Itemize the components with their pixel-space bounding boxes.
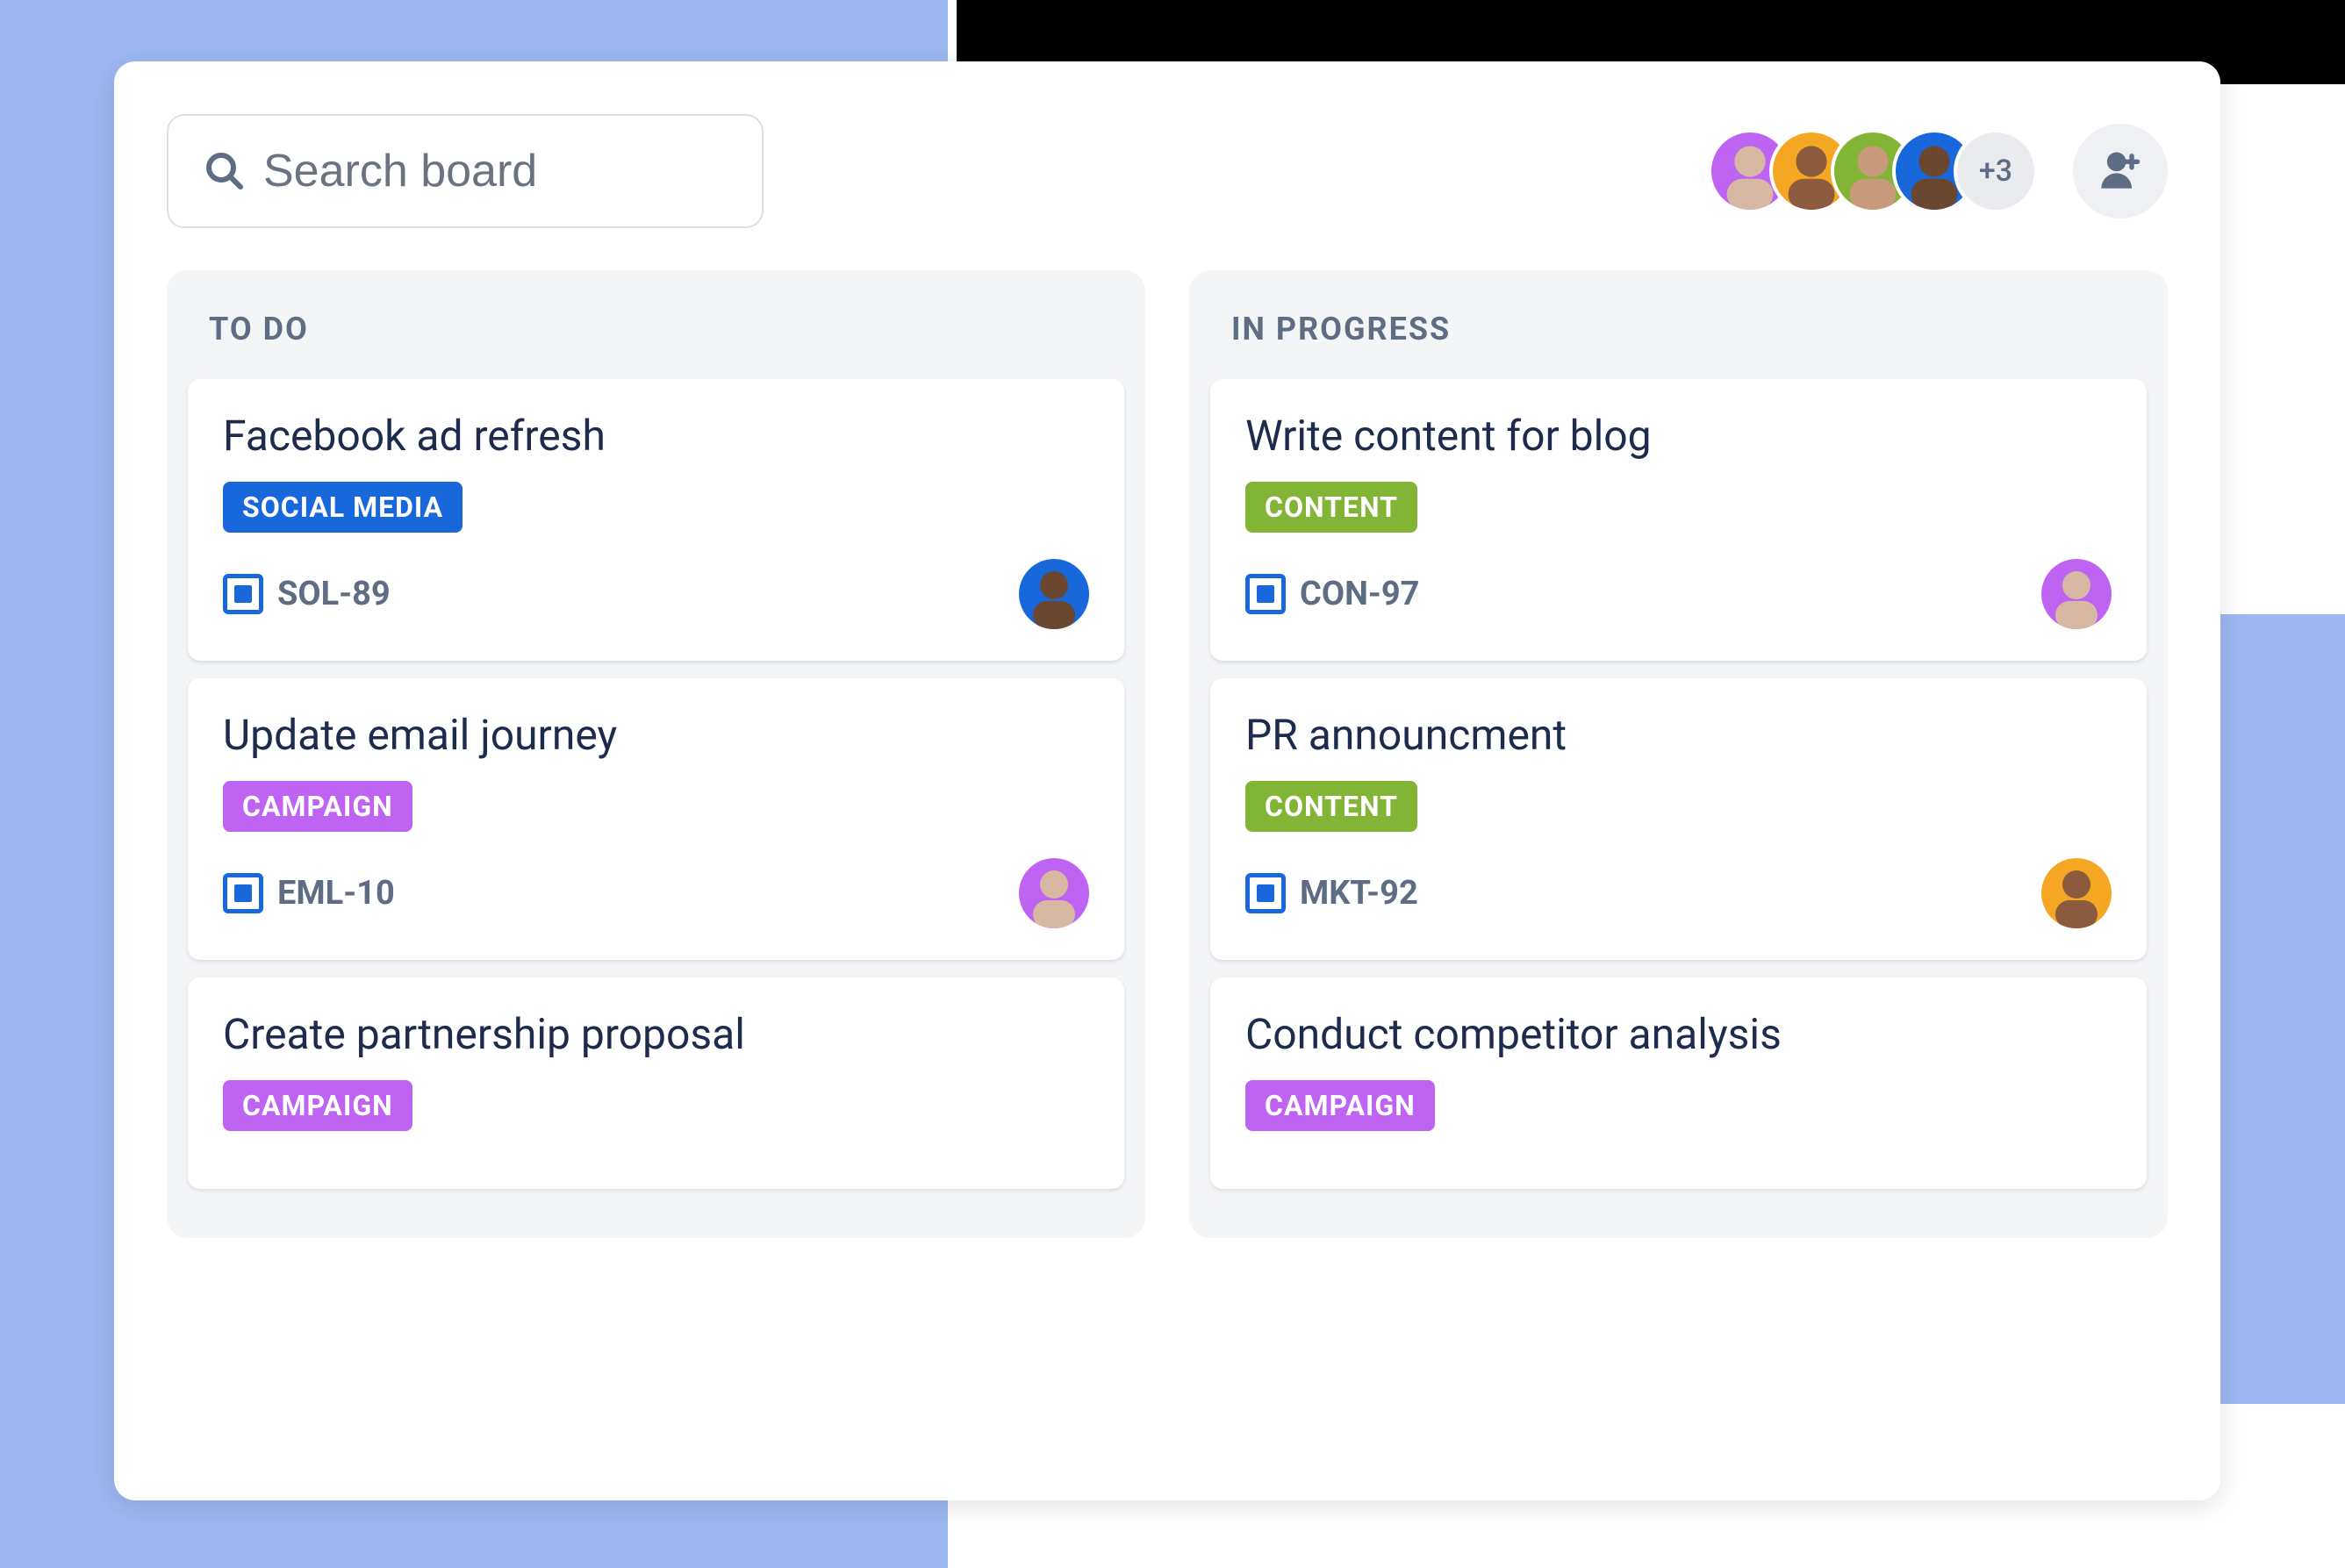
- avatar-more[interactable]: +3: [1954, 129, 2038, 213]
- card-footer: CON-97: [1245, 559, 2112, 629]
- issue-type-icon: [1245, 574, 1286, 614]
- assignee-avatar[interactable]: [1019, 858, 1089, 928]
- assignee-avatar[interactable]: [2041, 858, 2112, 928]
- card-tag: CAMPAIGN: [223, 781, 412, 832]
- card[interactable]: Write content for blog CONTENT CON-97: [1210, 379, 2147, 661]
- card-key-text: EML-10: [277, 874, 395, 913]
- card-title: Write content for blog: [1245, 411, 2112, 461]
- card-tag: CAMPAIGN: [223, 1080, 412, 1131]
- column-in-progress: IN PROGRESS Write content for blog CONTE…: [1189, 270, 2168, 1238]
- add-user-button[interactable]: [2073, 124, 2168, 218]
- assignee-avatar[interactable]: [2041, 559, 2112, 629]
- card-title: Facebook ad refresh: [223, 411, 1089, 461]
- card[interactable]: Facebook ad refresh SOCIAL MEDIA SOL-89: [188, 379, 1124, 661]
- card-tag: CAMPAIGN: [1245, 1080, 1435, 1131]
- card-tag: CONTENT: [1245, 781, 1417, 832]
- card[interactable]: Conduct competitor analysis CAMPAIGN: [1210, 977, 2147, 1189]
- right-cluster: +3: [1708, 124, 2168, 218]
- card-title: Create partnership proposal: [223, 1009, 1089, 1059]
- card-key-text: SOL-89: [277, 575, 391, 613]
- card-key-text: MKT-92: [1300, 874, 1418, 913]
- card-title: PR announcment: [1245, 710, 2112, 760]
- columns: TO DO Facebook ad refresh SOCIAL MEDIA S…: [167, 270, 2168, 1238]
- avatar-stack[interactable]: +3: [1708, 129, 2038, 213]
- card-key: EML-10: [223, 873, 395, 913]
- add-user-icon: [2098, 147, 2143, 196]
- issue-type-icon: [1245, 873, 1286, 913]
- search-box[interactable]: [167, 114, 764, 228]
- board-window: +3 TO DO Facebook ad refresh SOCIAL MEDI…: [114, 61, 2220, 1500]
- issue-type-icon: [223, 574, 263, 614]
- card-title: Conduct competitor analysis: [1245, 1009, 2112, 1059]
- card[interactable]: PR announcment CONTENT MKT-92: [1210, 678, 2147, 960]
- card[interactable]: Update email journey CAMPAIGN EML-10: [188, 678, 1124, 960]
- column-header: IN PROGRESS: [1210, 302, 2147, 379]
- issue-type-icon: [223, 873, 263, 913]
- top-bar: +3: [167, 114, 2168, 228]
- card-key: SOL-89: [223, 574, 391, 614]
- assignee-avatar[interactable]: [1019, 559, 1089, 629]
- card-tag: SOCIAL MEDIA: [223, 482, 463, 533]
- card[interactable]: Create partnership proposal CAMPAIGN: [188, 977, 1124, 1189]
- card-tag: CONTENT: [1245, 482, 1417, 533]
- card-key-text: CON-97: [1300, 575, 1419, 613]
- card-key: MKT-92: [1245, 873, 1418, 913]
- card-footer: SOL-89: [223, 559, 1089, 629]
- search-input[interactable]: [263, 145, 850, 197]
- card-footer: MKT-92: [1245, 858, 2112, 928]
- column-todo: TO DO Facebook ad refresh SOCIAL MEDIA S…: [167, 270, 1145, 1238]
- search-icon: [204, 150, 246, 192]
- column-header: TO DO: [188, 302, 1124, 379]
- card-footer: EML-10: [223, 858, 1089, 928]
- card-key: CON-97: [1245, 574, 1419, 614]
- card-title: Update email journey: [223, 710, 1089, 760]
